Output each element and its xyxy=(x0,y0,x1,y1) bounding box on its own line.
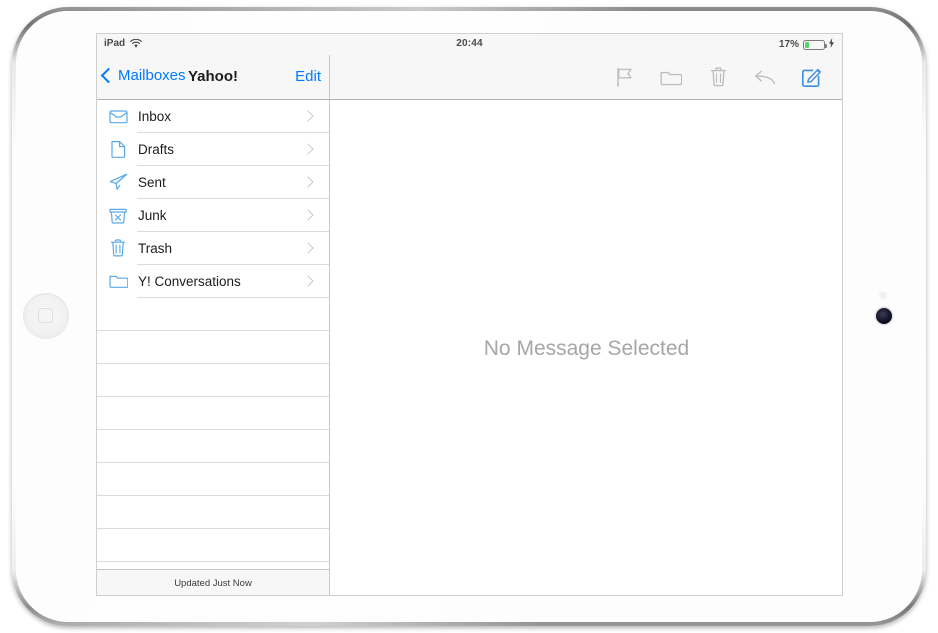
chevron-right-icon xyxy=(302,176,314,188)
empty-list-row xyxy=(97,463,329,495)
empty-list-row xyxy=(97,430,329,462)
mailbox-row-drafts[interactable]: Drafts xyxy=(97,133,329,165)
compose-icon[interactable] xyxy=(801,66,823,88)
edit-button[interactable]: Edit xyxy=(295,68,321,85)
status-bar-clock: 20:44 xyxy=(456,38,483,49)
empty-list-row xyxy=(97,397,329,429)
mailbox-row-conversations[interactable]: Y! Conversations xyxy=(97,265,329,297)
home-button-icon xyxy=(38,308,53,323)
mailbox-list-sidebar: Inbox Drafts Sent Junk Trash Y! Conversa… xyxy=(97,100,330,595)
mailbox-row-trash[interactable]: Trash xyxy=(97,232,329,264)
drafts-icon xyxy=(105,140,131,158)
navigation-bar-toolbar xyxy=(331,55,842,99)
folder-icon[interactable] xyxy=(660,66,682,88)
mailbox-row-junk[interactable]: Junk xyxy=(97,199,329,231)
empty-list-row xyxy=(97,529,329,561)
chevron-right-icon xyxy=(302,209,314,221)
battery-percent-label: 17% xyxy=(778,39,799,50)
trash-icon[interactable] xyxy=(707,66,729,88)
ipad-screen: iPad 20:44 17% Mailboxes Yahoo! Edit Inb… xyxy=(96,33,843,596)
chevron-right-icon xyxy=(302,242,314,254)
content-area: Inbox Drafts Sent Junk Trash Y! Conversa… xyxy=(97,100,842,595)
sent-icon xyxy=(105,173,131,191)
status-bar: iPad 20:44 17% xyxy=(97,34,842,55)
empty-rows-region xyxy=(97,298,329,595)
mailbox-footer-status: Updated Just Now xyxy=(97,569,329,595)
battery-icon xyxy=(803,39,827,50)
empty-list-row xyxy=(97,496,329,528)
chevron-right-icon xyxy=(302,275,314,287)
mailbox-row-sent[interactable]: Sent xyxy=(97,166,329,198)
empty-list-row xyxy=(97,364,329,396)
no-message-placeholder: No Message Selected xyxy=(483,336,690,360)
reply-icon[interactable] xyxy=(754,66,776,88)
trash-icon xyxy=(105,239,131,257)
junk-icon xyxy=(105,207,131,224)
mailbox-row-inbox[interactable]: Inbox xyxy=(97,100,329,132)
empty-list-row xyxy=(97,298,329,330)
battery-fill xyxy=(805,41,809,48)
mailbox-label: Y! Conversations xyxy=(138,273,241,289)
navigation-bar-left: Mailboxes Yahoo! Edit xyxy=(97,55,330,99)
mailbox-label: Sent xyxy=(138,174,166,190)
footer-status-label: Updated Just Now xyxy=(174,578,252,589)
flag-icon[interactable] xyxy=(613,66,635,88)
empty-list-row xyxy=(97,331,329,363)
mailbox-label: Trash xyxy=(138,240,173,256)
navigation-bar: Mailboxes Yahoo! Edit xyxy=(97,55,842,100)
chevron-right-icon xyxy=(302,110,314,122)
inbox-icon xyxy=(105,108,131,124)
home-button[interactable] xyxy=(23,293,69,339)
mailbox-label: Drafts xyxy=(138,141,175,157)
mailbox-label: Inbox xyxy=(138,108,172,124)
chevron-right-icon xyxy=(302,143,314,155)
charging-bolt-icon xyxy=(829,38,834,51)
message-detail-pane: No Message Selected xyxy=(331,100,842,595)
mailbox-label: Junk xyxy=(138,207,167,223)
ambient-sensor-icon xyxy=(879,291,887,299)
folder-icon xyxy=(105,273,131,289)
status-bar-right: 17% xyxy=(779,38,834,51)
front-camera-icon xyxy=(876,308,892,324)
